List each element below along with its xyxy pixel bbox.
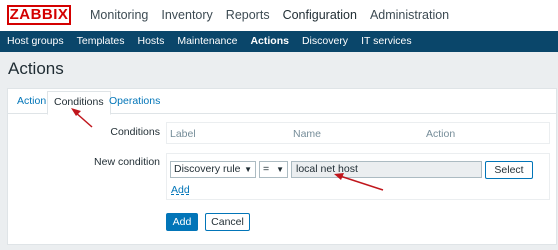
submenu-discovery[interactable]: Discovery bbox=[302, 31, 348, 52]
column-name: Name bbox=[293, 128, 322, 140]
chevron-down-icon: ▼ bbox=[276, 165, 284, 174]
select-button[interactable]: Select bbox=[485, 161, 533, 179]
zabbix-logo[interactable]: ZABBIX bbox=[7, 5, 71, 25]
action-form-panel: Action Conditions Operations Conditions … bbox=[7, 88, 557, 245]
submenu-maintenance[interactable]: Maintenance bbox=[177, 31, 237, 52]
tab-operations[interactable]: Operations bbox=[109, 93, 160, 109]
conditions-label: Conditions bbox=[110, 126, 160, 138]
tab-conditions[interactable]: Conditions bbox=[47, 91, 111, 115]
sub-menu: Host groups Templates Hosts Maintenance … bbox=[0, 31, 558, 52]
conditions-table: Label Name Action bbox=[166, 122, 550, 144]
menu-inventory[interactable]: Inventory bbox=[161, 0, 212, 31]
menu-administration[interactable]: Administration bbox=[370, 0, 449, 31]
new-condition-box: Discovery rule ▼ = ▼ local net host Sele… bbox=[166, 153, 550, 200]
submenu-it-services[interactable]: IT services bbox=[361, 31, 412, 52]
submenu-host-groups[interactable]: Host groups bbox=[7, 31, 64, 52]
column-label: Label bbox=[170, 128, 196, 140]
operator-value: = bbox=[263, 163, 270, 175]
menu-reports[interactable]: Reports bbox=[226, 0, 270, 31]
column-action: Action bbox=[426, 128, 456, 140]
submenu-actions[interactable]: Actions bbox=[250, 31, 289, 52]
cancel-button[interactable]: Cancel bbox=[205, 213, 250, 231]
add-condition-link[interactable]: Add bbox=[171, 184, 190, 196]
new-condition-label: New condition bbox=[94, 156, 160, 168]
submenu-templates[interactable]: Templates bbox=[77, 31, 125, 52]
tab-action[interactable]: Action bbox=[17, 93, 46, 109]
condition-type-select[interactable]: Discovery rule ▼ bbox=[170, 161, 256, 178]
menu-monitoring[interactable]: Monitoring bbox=[90, 0, 148, 31]
chevron-down-icon: ▼ bbox=[244, 165, 252, 174]
condition-value-input[interactable]: local net host bbox=[291, 161, 482, 178]
operator-select[interactable]: = ▼ bbox=[259, 161, 288, 178]
main-menu: Monitoring Inventory Reports Configurati… bbox=[90, 0, 462, 31]
top-header: ZABBIX Monitoring Inventory Reports Conf… bbox=[0, 0, 558, 31]
add-button[interactable]: Add bbox=[166, 213, 198, 231]
menu-configuration[interactable]: Configuration bbox=[283, 0, 357, 31]
submenu-hosts[interactable]: Hosts bbox=[137, 31, 164, 52]
condition-type-value: Discovery rule bbox=[174, 163, 241, 175]
form-tabs: Action Conditions Operations bbox=[8, 89, 556, 115]
page-title: Actions bbox=[8, 59, 64, 78]
